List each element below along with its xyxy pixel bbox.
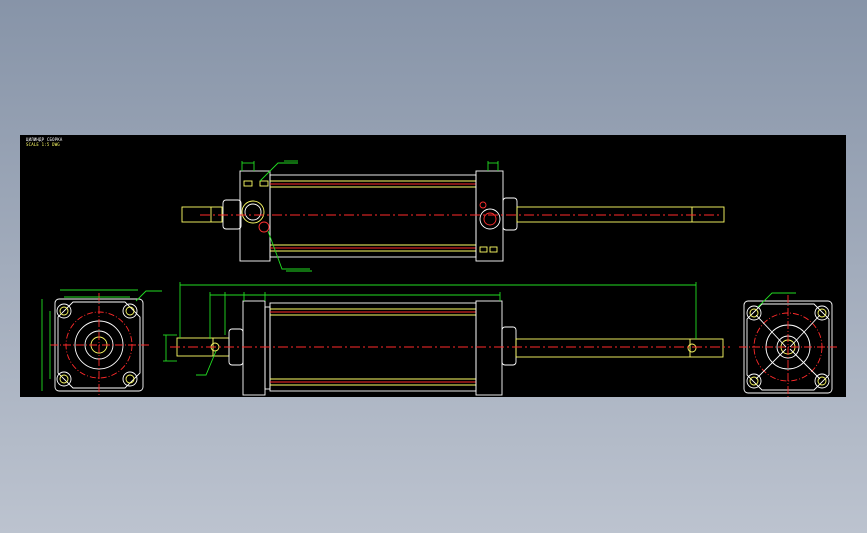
right-spoke-1 <box>789 314 821 348</box>
left-bolt-2-hole <box>125 306 135 316</box>
top-view-cylinder <box>181 160 725 272</box>
side-right-rod-hole <box>687 343 697 353</box>
right-spoke-3 <box>755 348 787 380</box>
left-bolt-2 <box>122 303 138 319</box>
top-marker-2 <box>259 180 269 187</box>
top-marker-1 <box>243 180 253 187</box>
top-left-end-cap <box>239 170 271 262</box>
top-right-rod <box>516 206 725 223</box>
top-leader-1 <box>259 162 298 182</box>
cad-drawing <box>41 160 837 397</box>
top-marker-4 <box>489 246 498 253</box>
drawing-sheet[interactable]: ЦИЛИНДР СБОРКА SCALE 1:5 DWG <box>20 135 846 397</box>
side-right-end-cap <box>475 300 503 396</box>
top-right-gland <box>502 197 518 231</box>
right-leader <box>757 292 796 308</box>
side-left-end-cap <box>242 300 266 396</box>
right-end-view <box>739 292 837 397</box>
side-right-rod <box>515 338 724 358</box>
top-leader-2 <box>267 230 310 270</box>
top-right-port-small <box>479 201 487 209</box>
top-left-port <box>244 203 262 221</box>
side-left-cap-lip <box>264 306 271 390</box>
top-left-gland <box>222 199 242 230</box>
top-left-rod <box>181 206 223 223</box>
right-spoke-2 <box>755 314 787 348</box>
side-view-cylinder <box>163 282 730 396</box>
top-right-port <box>479 208 501 230</box>
top-marker-3 <box>479 246 488 253</box>
side-right-gland <box>501 326 517 366</box>
cad-viewport[interactable]: ЦИЛИНДР СБОРКА SCALE 1:5 DWG <box>0 0 867 533</box>
left-bolt-4 <box>122 371 138 387</box>
right-spoke-4 <box>789 348 821 380</box>
left-bolt-4-hole <box>125 374 135 384</box>
top-left-port-small <box>258 221 270 233</box>
left-end-view <box>41 289 162 395</box>
